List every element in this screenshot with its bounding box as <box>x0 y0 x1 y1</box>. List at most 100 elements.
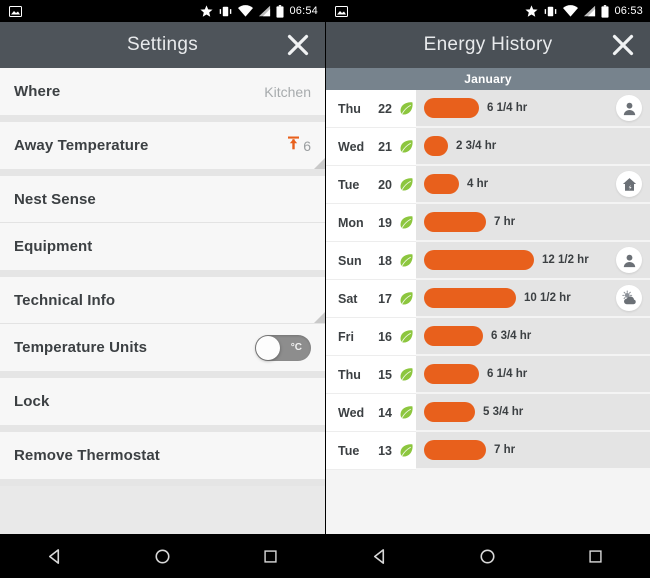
energy-row-date-cell: Tue 13 <box>326 432 416 470</box>
settings-row-away-temperature[interactable]: Away Temperature 6 <box>0 122 325 169</box>
settings-row-label: Temperature Units <box>14 339 148 356</box>
settings-row-equipment[interactable]: Equipment <box>0 223 325 270</box>
energy-row-weekday: Thu <box>338 101 361 116</box>
energy-history-title: Energy History <box>423 34 553 55</box>
energy-row-bar-track: 7 hr <box>416 204 650 242</box>
person-icon[interactable] <box>616 95 642 121</box>
energy-row-date-cell: Tue 20 <box>326 166 416 204</box>
leaf-icon <box>399 253 414 268</box>
energy-row-daynumber: 13 <box>378 443 392 458</box>
settings-row-temperature-units[interactable]: Temperature Units °C <box>0 324 325 371</box>
leaf-icon <box>399 291 414 306</box>
energy-row-date-cell: Thu 22 <box>326 90 416 128</box>
weather-icon[interactable] <box>616 285 642 311</box>
energy-duration-label: 6 3/4 hr <box>491 330 532 342</box>
energy-row-daynumber: 15 <box>378 367 392 382</box>
energy-row-weekday: Sun <box>338 253 362 268</box>
close-icon[interactable] <box>283 30 313 60</box>
settings-panel: 06:54 Settings Where Kitchen Away Temper… <box>0 0 325 578</box>
toggle-knob[interactable] <box>256 335 280 360</box>
energy-row-daynumber: 22 <box>378 101 392 116</box>
settings-row-value: Kitchen <box>264 83 311 100</box>
battery-icon <box>601 4 609 18</box>
energy-bar <box>424 364 479 384</box>
settings-row-where[interactable]: Where Kitchen <box>0 68 325 115</box>
energy-duration-label: 6 1/4 hr <box>487 102 528 114</box>
energy-row-daynumber: 14 <box>378 405 392 420</box>
android-nav-left <box>0 534 325 578</box>
energy-bar <box>424 402 475 422</box>
leaf-icon <box>399 215 414 230</box>
energy-history-row[interactable]: Thu 22 6 1/4 hr <box>326 90 650 128</box>
recents-button-icon[interactable] <box>574 534 618 578</box>
home-button-icon[interactable] <box>465 534 509 578</box>
energy-row-bar-track: 7 hr <box>416 432 650 470</box>
energy-row-daynumber: 20 <box>378 177 392 192</box>
wifi-icon <box>563 5 579 17</box>
temperature-units-toggle[interactable]: °C <box>255 334 311 361</box>
max-temp-arrow-icon <box>287 136 300 155</box>
settings-row-label: Away Temperature <box>14 137 149 154</box>
energy-history-row[interactable]: Tue 20 4 hr <box>326 166 650 204</box>
energy-history-row[interactable]: Wed 14 5 3/4 hr <box>326 394 650 432</box>
toggle-unit-label: °C <box>290 342 302 353</box>
energy-bar <box>424 288 516 308</box>
resize-corner-indicator <box>314 158 325 169</box>
energy-history-row[interactable]: Tue 13 7 hr <box>326 432 650 470</box>
settings-divider <box>0 169 325 176</box>
settings-row-lock[interactable]: Lock <box>0 378 325 425</box>
signal-icon <box>583 5 596 17</box>
settings-divider <box>0 270 325 277</box>
energy-history-row[interactable]: Sat 17 10 1/2 hr <box>326 280 650 318</box>
status-time-right: 06:53 <box>614 5 643 17</box>
settings-row-label: Where <box>14 83 61 100</box>
android-navigation-bar <box>0 534 650 578</box>
energy-row-daynumber: 17 <box>378 291 392 306</box>
energy-row-date-cell: Fri 16 <box>326 318 416 356</box>
energy-row-weekday: Tue <box>338 177 360 192</box>
recents-button-icon[interactable] <box>249 534 293 578</box>
settings-list: Where Kitchen Away Temperature 6 Nest Se… <box>0 68 325 578</box>
status-bar-right: 06:53 <box>326 0 650 22</box>
leaf-icon <box>399 329 414 344</box>
energy-history-row[interactable]: Mon 19 7 hr <box>326 204 650 242</box>
dual-phone-screenshot: 06:54 Settings Where Kitchen Away Temper… <box>0 0 650 578</box>
energy-row-weekday: Wed <box>338 139 365 154</box>
energy-bar <box>424 250 534 270</box>
star-icon <box>200 4 214 18</box>
wifi-icon <box>238 5 254 17</box>
resize-corner-indicator <box>314 312 325 323</box>
energy-row-weekday: Mon <box>338 215 364 230</box>
settings-row-remove-thermostat[interactable]: Remove Thermostat <box>0 432 325 479</box>
back-button-icon[interactable] <box>357 534 401 578</box>
back-button-icon[interactable] <box>32 534 76 578</box>
energy-row-bar-track: 6 1/4 hr <box>416 90 650 128</box>
away-temperature-number: 6 <box>303 137 311 154</box>
energy-duration-label: 5 3/4 hr <box>483 406 524 418</box>
energy-bar <box>424 326 483 346</box>
energy-duration-label: 7 hr <box>494 444 516 456</box>
person-icon[interactable] <box>616 247 642 273</box>
energy-bar <box>424 98 479 118</box>
leaf-icon <box>399 177 414 192</box>
settings-group: Technical Info Temperature Units °C <box>0 277 325 371</box>
energy-row-daynumber: 19 <box>378 215 392 230</box>
energy-row-date-cell: Sat 17 <box>326 280 416 318</box>
energy-bar <box>424 212 486 232</box>
battery-icon <box>276 4 284 18</box>
home-button-icon[interactable] <box>140 534 184 578</box>
close-icon[interactable] <box>608 30 638 60</box>
energy-history-row[interactable]: Sun 18 12 1/2 hr <box>326 242 650 280</box>
home-icon[interactable] <box>616 171 642 197</box>
energy-history-row[interactable]: Fri 16 6 3/4 hr <box>326 318 650 356</box>
energy-history-row[interactable]: Thu 15 6 1/4 hr <box>326 356 650 394</box>
energy-row-daynumber: 21 <box>378 139 392 154</box>
energy-history-row[interactable]: Wed 21 2 3/4 hr <box>326 128 650 166</box>
settings-row-technical-info[interactable]: Technical Info <box>0 277 325 324</box>
energy-row-bar-track: 6 1/4 hr <box>416 356 650 394</box>
month-header: January <box>326 68 650 90</box>
energy-row-date-cell: Sun 18 <box>326 242 416 280</box>
leaf-icon <box>399 443 414 458</box>
energy-row-bar-track: 5 3/4 hr <box>416 394 650 432</box>
settings-row-nest-sense[interactable]: Nest Sense <box>0 176 325 223</box>
